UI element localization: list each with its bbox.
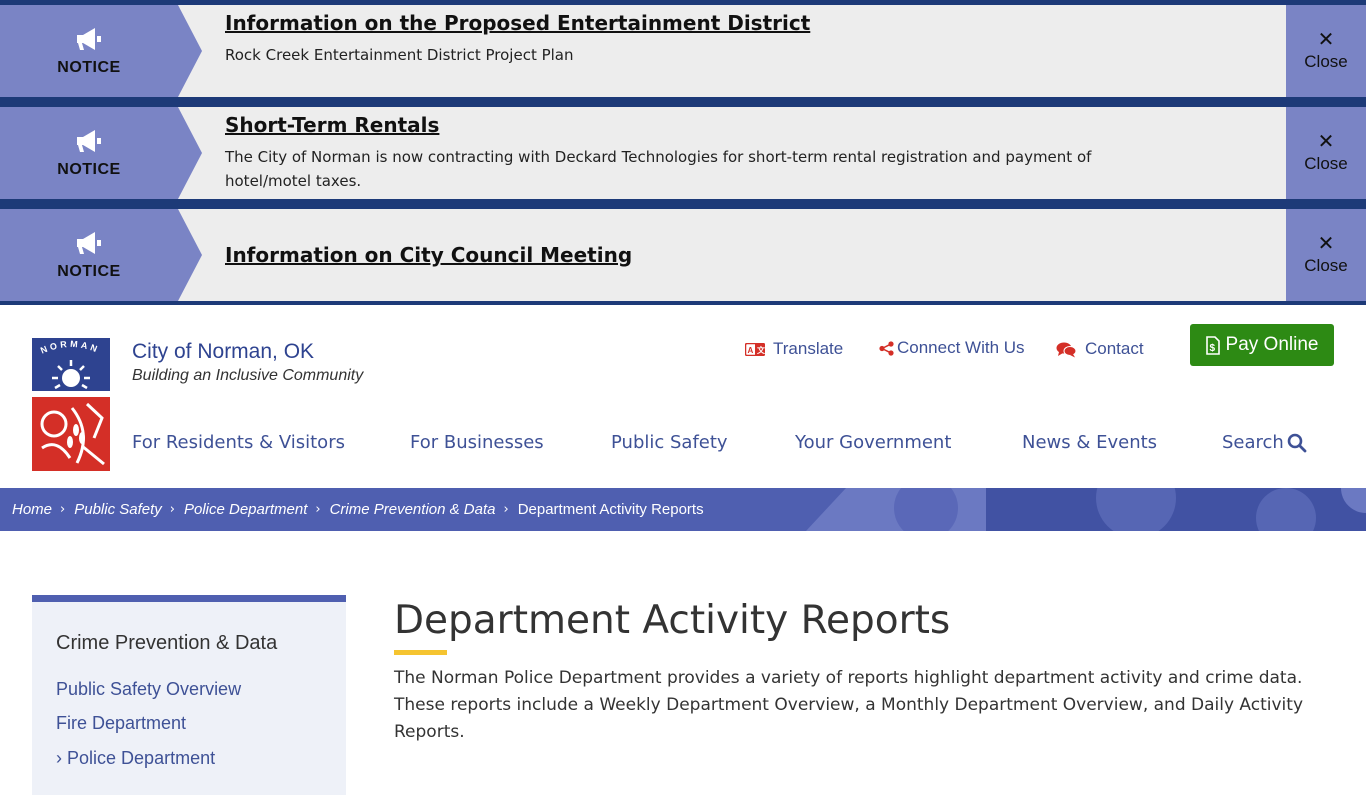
breadcrumb-current: Department Activity Reports	[517, 501, 704, 518]
intro-paragraph: The Norman Police Department provides a …	[394, 668, 1304, 742]
chat-icon	[1056, 342, 1077, 357]
nav-item-residents[interactable]: For Residents & Visitors	[132, 432, 345, 453]
translate-link[interactable]: A 文 Translate	[745, 339, 843, 359]
nav-item-businesses[interactable]: For Businesses	[410, 432, 544, 453]
megaphone-icon	[77, 232, 101, 254]
contact-label: Contact	[1085, 339, 1144, 358]
contact-link[interactable]: Contact	[1056, 339, 1144, 359]
svg-text:文: 文	[757, 345, 765, 355]
sidebar-item-police-department[interactable]: › Police Department	[56, 748, 215, 769]
site-tagline: Building an Inclusive Community	[132, 367, 364, 384]
city-logo[interactable]: NORMAN	[32, 338, 110, 471]
search-icon	[1287, 433, 1307, 452]
notice-title-link[interactable]: Information on City Council Meeting	[225, 243, 632, 267]
chevron-right-icon: ›	[56, 748, 62, 768]
breadcrumb: Home › Public Safety › Police Department…	[0, 488, 1366, 531]
receipt-dollar-icon: $	[1205, 335, 1220, 355]
site-header: NORMAN City of Norman, OK Building an In…	[0, 305, 1366, 488]
pay-online-button[interactable]: $ Pay Online	[1190, 324, 1334, 366]
nav-item-public-safety[interactable]: Public Safety	[611, 432, 728, 453]
close-icon: ✕	[1317, 27, 1335, 51]
notice-close-button[interactable]: ✕ Close	[1286, 5, 1366, 97]
notice-text: Rock Creek Entertainment District Projec…	[225, 46, 574, 64]
notice-tag-label: NOTICE	[57, 263, 121, 280]
notice-tag: NOTICE	[0, 5, 202, 97]
sidebar-title[interactable]: Crime Prevention & Data	[56, 632, 277, 655]
translate-icon: A 文	[745, 342, 765, 356]
nav-search-button[interactable]: Search	[1222, 432, 1307, 453]
pay-online-label: Pay Online	[1225, 334, 1319, 355]
chevron-right-icon: ›	[169, 502, 175, 517]
notice-tag-label: NOTICE	[57, 161, 121, 178]
notice-tag: NOTICE	[0, 107, 202, 199]
notice-tag: NOTICE	[0, 209, 202, 301]
page-title: Department Activity Reports	[394, 598, 951, 643]
connect-link[interactable]: Connect With Us	[879, 338, 1025, 358]
site-name[interactable]: City of Norman, OK	[132, 340, 314, 364]
notice-item: NOTICE Short-Term Rentals The City of No…	[0, 107, 1366, 199]
chevron-right-icon: ›	[503, 502, 509, 517]
decorative-pattern	[806, 488, 1366, 531]
breadcrumb-crime-prevention[interactable]: Crime Prevention & Data	[330, 501, 496, 518]
breadcrumb-home[interactable]: Home	[12, 501, 52, 518]
notice-item: NOTICE Information on the Proposed Enter…	[0, 5, 1366, 97]
close-icon: ✕	[1317, 129, 1335, 153]
nav-item-news-events[interactable]: News & Events	[1022, 432, 1157, 453]
translate-label: Translate	[773, 339, 844, 358]
close-label: Close	[1304, 154, 1348, 173]
notice-text: The City of Norman is now contracting wi…	[225, 148, 1092, 190]
close-label: Close	[1304, 256, 1348, 275]
notice-body: Information on the Proposed Entertainmen…	[178, 5, 1286, 97]
connect-label: Connect With Us	[897, 338, 1025, 357]
notice-tag-label: NOTICE	[57, 59, 121, 76]
notice-title-link[interactable]: Short-Term Rentals	[225, 113, 439, 137]
search-label: Search	[1222, 432, 1284, 453]
notice-close-button[interactable]: ✕ Close	[1286, 209, 1366, 301]
notice-body: Short-Term Rentals The City of Norman is…	[178, 107, 1286, 199]
close-icon: ✕	[1317, 231, 1335, 255]
section-sidebar: Crime Prevention & Data Public Safety Ov…	[32, 595, 346, 795]
sidebar-item-fire-department[interactable]: Fire Department	[56, 713, 186, 734]
breadcrumb-police-department[interactable]: Police Department	[184, 501, 307, 518]
megaphone-icon	[77, 28, 101, 50]
svg-text:$: $	[1209, 343, 1215, 354]
sidebar-item-public-safety-overview[interactable]: Public Safety Overview	[56, 679, 241, 700]
notice-body: Information on City Council Meeting	[178, 209, 1286, 301]
nav-item-government[interactable]: Your Government	[795, 432, 951, 453]
notice-title-link[interactable]: Information on the Proposed Entertainmen…	[225, 11, 810, 35]
sidebar-item-label: Police Department	[67, 748, 216, 768]
megaphone-icon	[77, 130, 101, 152]
breadcrumb-public-safety[interactable]: Public Safety	[74, 501, 162, 518]
notice-item: NOTICE Information on City Council Meeti…	[0, 209, 1366, 301]
chevron-right-icon: ›	[60, 502, 66, 517]
svg-text:A: A	[748, 346, 754, 355]
title-accent-rule	[394, 650, 447, 655]
close-label: Close	[1304, 52, 1348, 71]
notice-banner-area: NOTICE Information on the Proposed Enter…	[0, 0, 1366, 301]
chevron-right-icon: ›	[315, 502, 321, 517]
share-icon	[879, 340, 894, 356]
notice-close-button[interactable]: ✕ Close	[1286, 107, 1366, 199]
